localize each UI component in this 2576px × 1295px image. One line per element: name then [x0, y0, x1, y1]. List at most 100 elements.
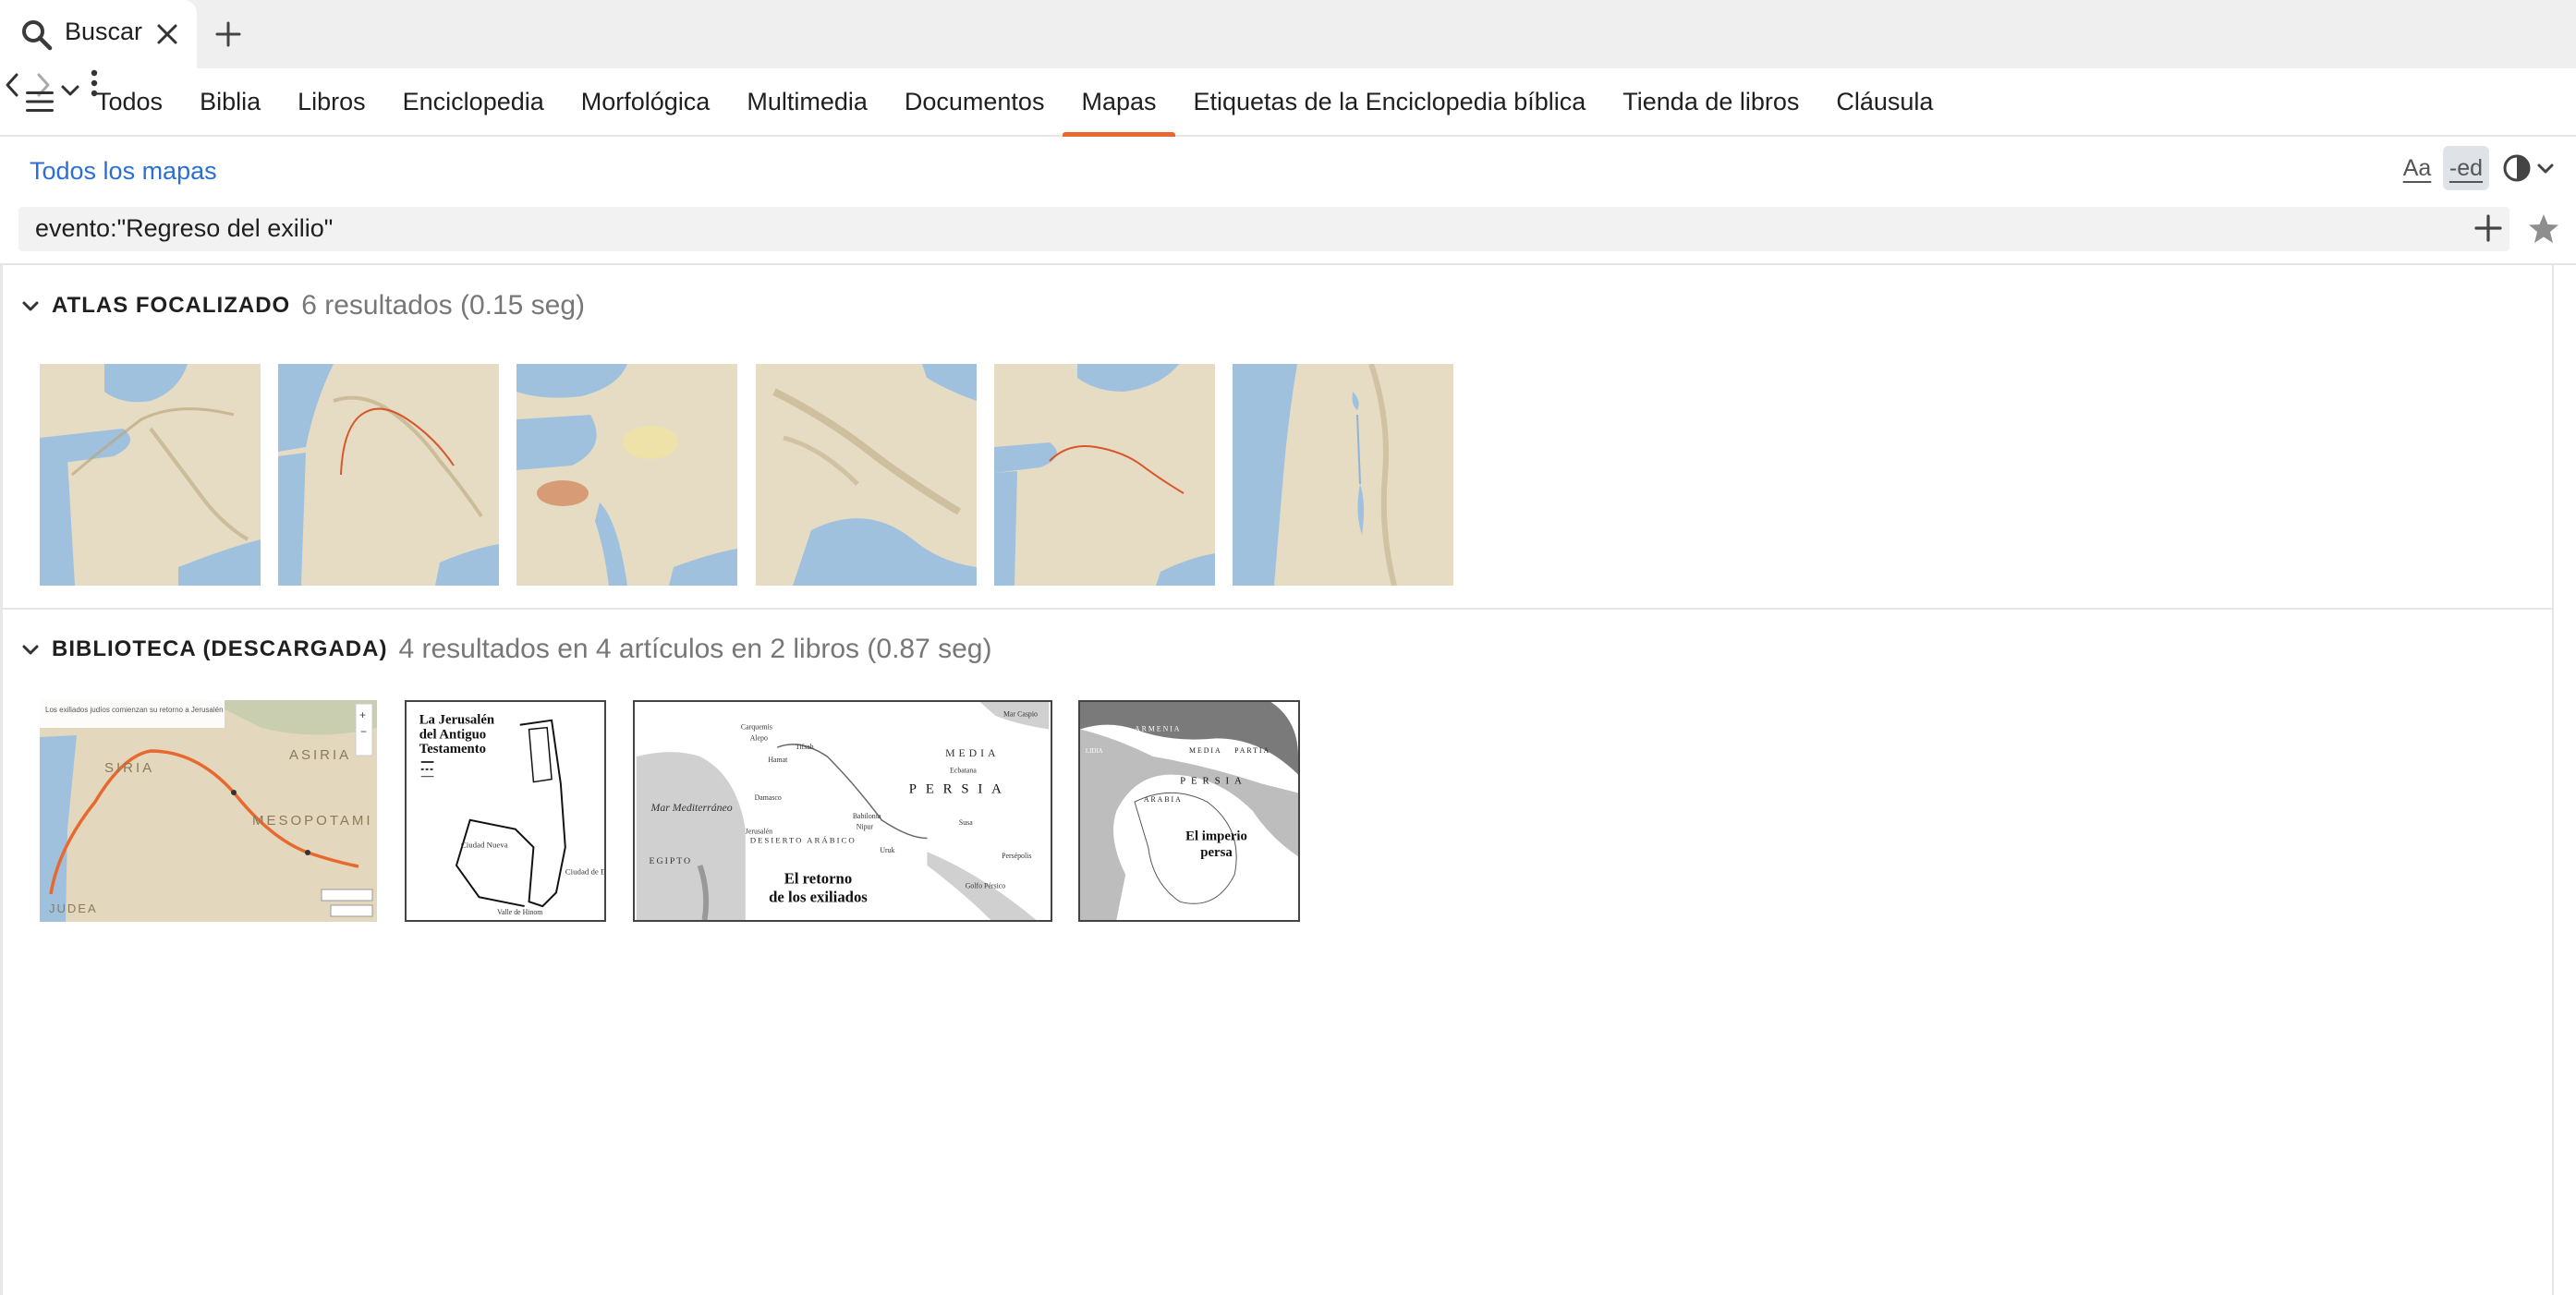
tab-todos[interactable]: Todos	[78, 68, 181, 135]
map-label: PERSIA	[909, 781, 1011, 796]
map-label: LIDIA	[1086, 748, 1103, 755]
map-label: EGIPTO	[650, 856, 693, 866]
map-label: Nipur	[857, 823, 874, 831]
atlas-map-thumbnail[interactable]	[994, 364, 1215, 586]
jerusalem-plan-image: La Jerusalén del Antiguo Testamento Ciud…	[407, 702, 604, 920]
map-title-line: del Antiguo	[419, 727, 486, 742]
hamburger-menu-icon[interactable]	[24, 89, 55, 115]
map-label: PARTIA	[1234, 746, 1270, 755]
section-title: BIBLIOTECA (DESCARGADA)	[52, 636, 388, 661]
map-label: ARMENIA	[1135, 724, 1181, 732]
map-label: PERSIA	[1180, 776, 1247, 787]
atlas-map-thumbnail[interactable]	[516, 364, 737, 586]
map-caption: Los exiliados judíos comienzan su retorn…	[45, 706, 224, 714]
map-label: DESIERTO ARÁBICO	[750, 835, 857, 844]
tab-enciclopedia[interactable]: Enciclopedia	[384, 68, 563, 135]
map-label: Persépolis	[1002, 852, 1031, 860]
map-label: ARABIA	[1144, 795, 1183, 804]
map-title-line: La Jerusalén	[419, 713, 494, 728]
search-tab[interactable]: Buscar	[0, 0, 197, 68]
tab-strip: Buscar	[0, 0, 2576, 68]
exile-return-route-map-image: Los exiliados judíos comienzan su retorn…	[40, 700, 377, 922]
divider	[0, 263, 2576, 265]
chevron-left-icon[interactable]	[0, 72, 26, 98]
atlas-map-thumbnail[interactable]	[40, 364, 261, 586]
results-nav-bar: Todos Biblia Libros Enciclopedia Morfoló…	[0, 68, 2576, 137]
section-title: ATLAS FOCALIZADO	[52, 293, 291, 318]
map-title-line: de los exiliados	[769, 888, 868, 905]
map-label: Golfo Pérsico	[966, 882, 1006, 890]
close-icon[interactable]	[155, 22, 179, 46]
map-route-mesopotamia-image	[278, 364, 499, 586]
map-title-line: El imperio	[1185, 829, 1247, 843]
tab-multimedia[interactable]: Multimedia	[728, 68, 886, 135]
contrast-icon	[2503, 154, 2554, 182]
search-icon	[22, 20, 53, 51]
map-label: MEDIA	[1189, 746, 1222, 755]
library-map-thumbnail[interactable]: Mar Mediterráneo MEDIA PERSIA DESIERTO A…	[633, 700, 1052, 922]
map-title-line: Testamento	[419, 742, 486, 756]
tab-label: Buscar	[65, 18, 143, 45]
tab-biblia[interactable]: Biblia	[181, 68, 279, 135]
library-map-thumbnail[interactable]: Los exiliados judíos comienzan su retorn…	[40, 700, 377, 922]
map-egypt-region-image	[516, 364, 737, 586]
tab-documentos[interactable]: Documentos	[886, 68, 1063, 135]
map-label: ASIRIA	[289, 747, 351, 763]
tab-etiquetas-enciclopedia[interactable]: Etiquetas de la Enciclopedia bíblica	[1175, 68, 1605, 135]
map-title-line: persa	[1200, 845, 1233, 860]
search-query-field[interactable]: evento:"Regreso del exilio"	[18, 207, 2509, 251]
scrollbar-track[interactable]	[2552, 264, 2554, 1295]
map-label: Mar Caspio	[1003, 710, 1038, 719]
result-count: 6 resultados (0.15 seg)	[301, 290, 586, 321]
map-label: Tifsah	[796, 743, 814, 751]
map-label: Ecbatana	[950, 767, 977, 775]
map-label: Carquemis	[741, 723, 772, 732]
map-label: Alepo	[750, 733, 768, 742]
map-label: SIRIA	[104, 760, 154, 776]
panel-edge	[0, 264, 3, 1295]
map-levant-image	[1233, 364, 1453, 586]
svg-text:+: +	[359, 708, 366, 721]
map-label: MEDIA	[945, 746, 999, 759]
map-label: Mar Mediterráneo	[650, 801, 733, 814]
text-size-button[interactable]: Aa	[2395, 146, 2439, 190]
search-query-text: evento:"Regreso del exilio"	[35, 214, 334, 242]
inflected-forms-toggle[interactable]: -ed	[2443, 146, 2489, 190]
map-label: JUDEA	[49, 902, 98, 915]
new-tab-plus-icon[interactable]	[214, 20, 242, 48]
map-persia-image	[756, 364, 977, 586]
nav-tabs: Todos Biblia Libros Enciclopedia Morfoló…	[78, 68, 1951, 137]
map-near-east-image	[40, 364, 261, 586]
atlas-map-thumbnail[interactable]	[756, 364, 977, 586]
tab-mapas[interactable]: Mapas	[1063, 68, 1175, 137]
divider	[0, 608, 2552, 610]
all-maps-link[interactable]: Todos los mapas	[30, 157, 217, 186]
map-label: Valle de Hinom	[497, 908, 542, 916]
map-label: Damasco	[755, 793, 782, 802]
collapse-chevron-icon	[22, 645, 39, 655]
svg-text:−: −	[360, 725, 367, 738]
display-mode-button[interactable]	[2500, 146, 2559, 190]
map-label: Susa	[959, 818, 973, 827]
collapse-chevron-icon	[22, 301, 39, 311]
result-count: 4 resultados en 4 artículos en 2 libros …	[398, 634, 992, 664]
map-label: Jerusalén	[746, 828, 772, 836]
tab-morfologica[interactable]: Morfológica	[563, 68, 729, 135]
exiles-return-map-image: Mar Mediterráneo MEDIA PERSIA DESIERTO A…	[636, 702, 1050, 920]
add-query-plus-icon[interactable]	[2473, 212, 2504, 244]
tab-clausula[interactable]: Cláusula	[1817, 68, 1951, 135]
library-map-thumbnail[interactable]: ARMENIA MEDIA PARTIA PERSIA LIDIA ARABIA…	[1078, 700, 1300, 922]
tab-libros[interactable]: Libros	[279, 68, 384, 135]
library-section-header[interactable]: BIBLIOTECA (DESCARGADA) 4 resultados en …	[20, 634, 991, 665]
library-map-thumbnail[interactable]: La Jerusalén del Antiguo Testamento Ciud…	[405, 700, 606, 922]
atlas-section-header[interactable]: ATLAS FOCALIZADO 6 resultados (0.15 seg)	[20, 290, 585, 321]
map-title-line: El retorno	[784, 870, 852, 888]
map-label: Babilonia	[853, 812, 881, 820]
atlas-map-thumbnail[interactable]	[1233, 364, 1453, 586]
map-label: Uruk	[880, 846, 894, 854]
persian-empire-map-image: ARMENIA MEDIA PARTIA PERSIA LIDIA ARABIA…	[1080, 702, 1298, 920]
map-label: Ciudad de David	[565, 867, 604, 877]
atlas-map-thumbnail[interactable]	[278, 364, 499, 586]
favorite-star-icon[interactable]	[2527, 212, 2560, 246]
tab-tienda-de-libros[interactable]: Tienda de libros	[1604, 68, 1817, 135]
